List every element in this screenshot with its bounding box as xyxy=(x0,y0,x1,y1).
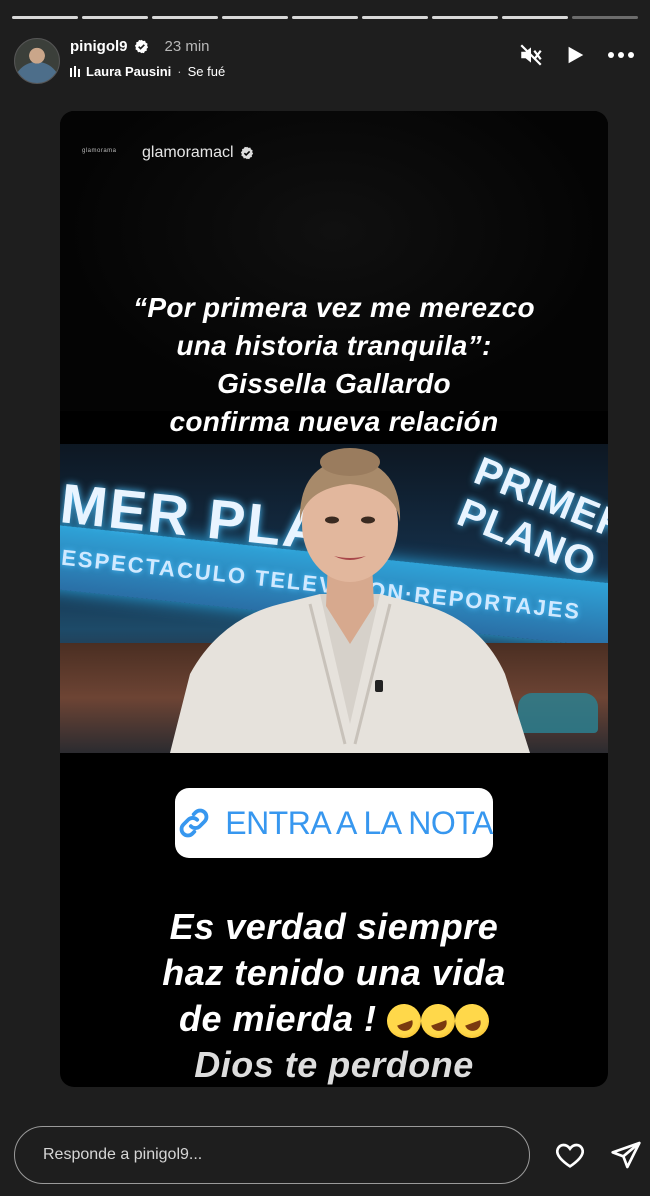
story-header: pinigol9 23 min Laura Pausini · Se fué xyxy=(14,36,636,84)
news-photo: MER PLA ESPECTACULO TELEVISION·REPORTAJE… xyxy=(60,444,608,753)
headline-line: Gissella Gallardo xyxy=(217,368,451,399)
rolling-laughing-emoji-icon xyxy=(450,999,494,1044)
progress-segment xyxy=(292,16,358,19)
story-caption: Es verdad siempre haz tenido una vida de… xyxy=(60,904,608,1087)
progress-segment-pending xyxy=(572,16,638,19)
link-sticker-label: ENTRA A LA NOTA xyxy=(225,804,493,841)
link-sticker-button[interactable]: ENTRA A LA NOTA xyxy=(175,788,493,858)
music-info[interactable]: Laura Pausini · Se fué xyxy=(70,64,225,79)
progress-segment xyxy=(12,16,78,19)
username[interactable]: pinigol9 xyxy=(70,38,128,55)
send-icon[interactable] xyxy=(610,1139,642,1171)
avatar[interactable] xyxy=(14,38,60,84)
verified-badge-icon xyxy=(240,146,253,160)
music-bars-icon xyxy=(70,66,80,77)
progress-segment xyxy=(82,16,148,19)
caption-line: haz tenido una vida xyxy=(162,952,506,993)
progress-segment xyxy=(152,16,218,19)
headline: “Por primera vez me merezco una historia… xyxy=(60,289,608,441)
progress-segment xyxy=(362,16,428,19)
progress-segment xyxy=(432,16,498,19)
rolling-laughing-emoji-icon xyxy=(382,999,426,1044)
story-footer xyxy=(14,1126,641,1186)
play-icon[interactable] xyxy=(564,44,586,66)
link-icon xyxy=(179,808,209,838)
woman-portrait xyxy=(170,448,530,753)
story-media[interactable]: glamorama glamoramacl “Por primera vez m… xyxy=(60,111,608,1087)
mini-logo: glamorama xyxy=(82,148,117,154)
music-artist: Laura Pausini xyxy=(86,64,172,79)
post-time: 23 min xyxy=(164,38,210,55)
caption-line-with-emoji: de mierda ! xyxy=(60,996,608,1044)
rolling-laughing-emoji-icon xyxy=(416,999,460,1044)
story-progress-bar xyxy=(12,16,638,19)
shared-post-account[interactable]: glamoramacl xyxy=(142,144,254,162)
caption-line: de mierda ! xyxy=(178,998,377,1039)
headline-line: una historia tranquila”: xyxy=(176,330,492,361)
caption-line: Es verdad siempre xyxy=(169,906,499,947)
reply-input[interactable] xyxy=(14,1126,530,1184)
verified-badge-icon xyxy=(134,39,148,54)
caption-line: Dios te perdone xyxy=(194,1044,474,1085)
laughing-emoji-group xyxy=(382,999,494,1044)
progress-segment-current xyxy=(502,16,568,19)
user-row: pinigol9 23 min xyxy=(70,38,210,55)
more-options-icon[interactable] xyxy=(606,44,636,66)
headline-line: confirma nueva relación xyxy=(169,406,499,437)
music-song: Se fué xyxy=(187,64,226,79)
story-controls xyxy=(518,42,636,68)
heart-icon[interactable] xyxy=(554,1139,586,1171)
shared-account-name: glamoramacl xyxy=(142,144,234,161)
headline-line: “Por primera vez me merezco xyxy=(133,292,535,323)
music-separator: · xyxy=(177,64,182,79)
progress-segment xyxy=(222,16,288,19)
mute-icon[interactable] xyxy=(518,42,544,68)
